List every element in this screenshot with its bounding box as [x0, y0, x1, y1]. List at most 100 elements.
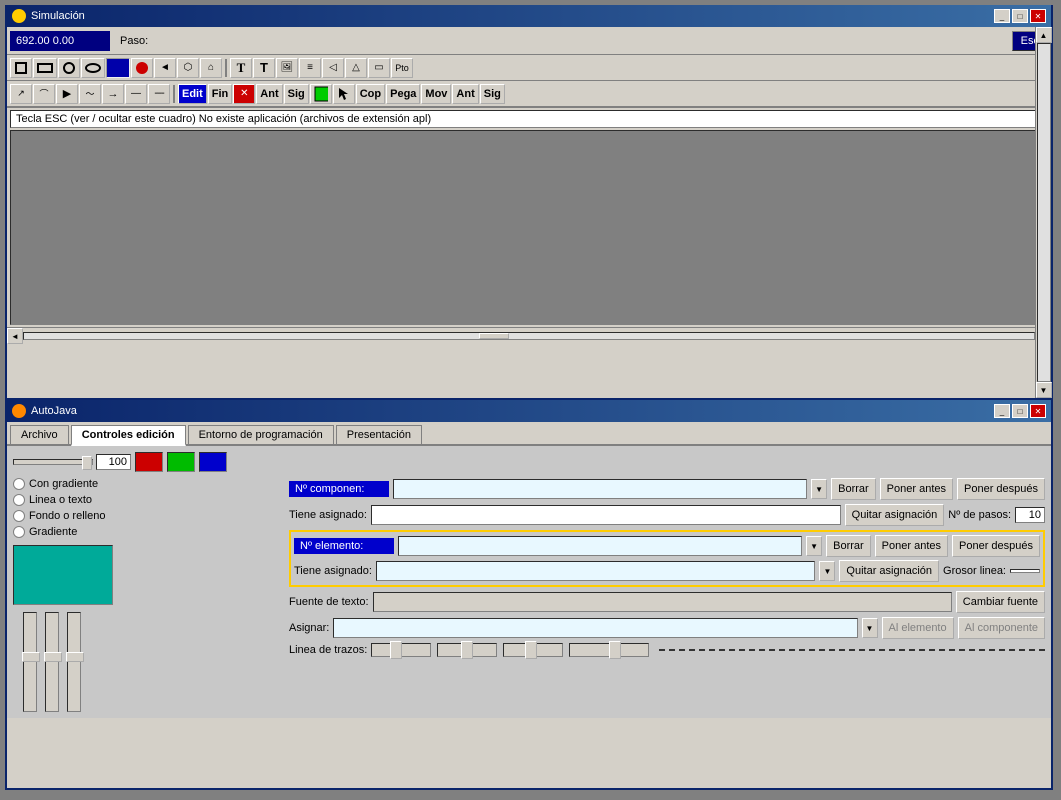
- radio-linea-texto[interactable]: Linea o texto: [13, 494, 275, 506]
- color-blue-box[interactable]: [199, 452, 227, 472]
- slider-track[interactable]: [13, 459, 93, 465]
- maximize-button[interactable]: □: [1012, 9, 1028, 23]
- no-elemento-arrow[interactable]: ▼: [806, 536, 822, 556]
- btn-sig2[interactable]: Sig: [480, 84, 505, 104]
- vslider-1[interactable]: [23, 612, 37, 712]
- autojava-close-btn[interactable]: ✕: [1030, 404, 1046, 418]
- poner-antes-btn2[interactable]: Poner antes: [875, 535, 948, 557]
- vscroll-up-btn[interactable]: ▲: [1036, 27, 1052, 43]
- tool-arrow[interactable]: ▶: [56, 84, 78, 104]
- tiene-asignado-input1[interactable]: [371, 505, 841, 525]
- btn-x[interactable]: ✕: [233, 84, 255, 104]
- btn-prev-icon[interactable]: [310, 84, 332, 104]
- tab-entorno[interactable]: Entorno de programación: [188, 425, 334, 444]
- color-red-box[interactable]: [135, 452, 163, 472]
- close-button[interactable]: ✕: [1030, 9, 1046, 23]
- grosor-linea-value[interactable]: [1010, 569, 1040, 573]
- tiene-asignado-arrow2[interactable]: ▼: [819, 561, 835, 581]
- vslider-thumb-3[interactable]: [66, 652, 84, 662]
- no-componente-combo[interactable]: [393, 479, 807, 499]
- al-elemento-btn[interactable]: Al elemento: [882, 617, 954, 639]
- trazos-thumb4[interactable]: [609, 641, 621, 659]
- vscroll-track[interactable]: [1037, 43, 1051, 382]
- tool-grid[interactable]: ≡: [299, 58, 321, 78]
- vslider-2[interactable]: [45, 612, 59, 712]
- tab-archivo[interactable]: Archivo: [10, 425, 69, 444]
- al-componente-btn[interactable]: Al componente: [958, 617, 1045, 639]
- btn-fin[interactable]: Fin: [208, 84, 233, 104]
- radio-con-gradiente[interactable]: Con gradiente: [13, 478, 275, 490]
- canvas-area[interactable]: [10, 130, 1048, 325]
- hscroll-thumb[interactable]: [479, 333, 509, 339]
- no-componente-arrow[interactable]: ▼: [811, 479, 827, 499]
- tool-rect[interactable]: [33, 58, 57, 78]
- tool-ellipse[interactable]: [81, 58, 105, 78]
- vscroll-down-btn[interactable]: ▼: [1036, 382, 1052, 398]
- trazos-thumb3[interactable]: [525, 641, 537, 659]
- asignar-arrow[interactable]: ▼: [862, 618, 878, 638]
- tool-polygon[interactable]: ⬡: [177, 58, 199, 78]
- btn-ant2[interactable]: Ant: [452, 84, 478, 104]
- quitar-asignacion-btn1[interactable]: Quitar asignación: [845, 504, 945, 526]
- tool-dashed[interactable]: ----: [148, 84, 170, 104]
- tab-controles[interactable]: Controles edición: [71, 425, 186, 446]
- btn-ant[interactable]: Ant: [256, 84, 282, 104]
- color-preview-box[interactable]: [13, 545, 113, 605]
- btn-cursor[interactable]: [333, 84, 355, 104]
- hscroll-track[interactable]: [23, 332, 1035, 340]
- tool-line1[interactable]: ↗: [10, 84, 32, 104]
- tool-curve1[interactable]: ⌒: [33, 84, 55, 104]
- btn-edit[interactable]: Edit: [178, 84, 207, 104]
- vslider-thumb-1[interactable]: [22, 652, 40, 662]
- tool-image[interactable]: 🖼: [276, 58, 298, 78]
- trazos-thumb2[interactable]: [461, 641, 473, 659]
- tool-arrow2[interactable]: →: [102, 84, 124, 104]
- toolbar-row1: 692.00 0.00 Paso: Esc: [7, 27, 1051, 55]
- asignar-combo[interactable]: [333, 618, 857, 638]
- trazos-track1[interactable]: [371, 643, 431, 657]
- scroll-left-btn[interactable]: ◄: [7, 328, 23, 344]
- vslider-thumb-2[interactable]: [44, 652, 62, 662]
- btn-sig[interactable]: Sig: [284, 84, 309, 104]
- trazos-track4[interactable]: [569, 643, 649, 657]
- tool-circle[interactable]: [58, 58, 80, 78]
- quitar-asignacion-btn2[interactable]: Quitar asignación: [839, 560, 939, 582]
- color-green-box[interactable]: [167, 452, 195, 472]
- autojava-maximize-btn[interactable]: □: [1012, 404, 1028, 418]
- tool-triangle[interactable]: △: [345, 58, 367, 78]
- radio-gradiente[interactable]: Gradiente: [13, 526, 275, 538]
- borrar-btn[interactable]: Borrar: [831, 478, 876, 500]
- tool-text-plain[interactable]: T: [253, 58, 275, 78]
- tool-sound[interactable]: ◄: [154, 58, 176, 78]
- tool-filled-rect[interactable]: [106, 58, 130, 78]
- tool-house[interactable]: ⌂: [200, 58, 222, 78]
- tool-line[interactable]: —: [125, 84, 147, 104]
- trazos-thumb1[interactable]: [390, 641, 402, 659]
- btn-cop[interactable]: Cop: [356, 84, 385, 104]
- btn-mov[interactable]: Mov: [421, 84, 451, 104]
- tool-rect2[interactable]: ▭: [368, 58, 390, 78]
- tool-filled-circle[interactable]: [131, 58, 153, 78]
- tool-square[interactable]: [10, 58, 32, 78]
- tool-wave[interactable]: 〜: [79, 84, 101, 104]
- no-elemento-combo[interactable]: [398, 536, 802, 556]
- radio-fondo-relleno[interactable]: Fondo o relleno: [13, 510, 275, 522]
- tiene-asignado-combo2[interactable]: [376, 561, 816, 581]
- btn-pega[interactable]: Pega: [386, 84, 420, 104]
- poner-despues-btn2[interactable]: Poner después: [952, 535, 1040, 557]
- tool-text-t[interactable]: T: [230, 58, 252, 78]
- tool-arrow-left[interactable]: ◁: [322, 58, 344, 78]
- trazos-track3[interactable]: [503, 643, 563, 657]
- borrar-btn2[interactable]: Borrar: [826, 535, 871, 557]
- poner-despues-btn[interactable]: Poner después: [957, 478, 1045, 500]
- poner-antes-btn[interactable]: Poner antes: [880, 478, 953, 500]
- trazos-track2[interactable]: [437, 643, 497, 657]
- tool-pto[interactable]: Pto: [391, 58, 413, 78]
- minimize-button[interactable]: _: [994, 9, 1010, 23]
- autojava-minimize-btn[interactable]: _: [994, 404, 1010, 418]
- no-pasos-value[interactable]: 10: [1015, 507, 1045, 523]
- tab-presentacion[interactable]: Presentación: [336, 425, 422, 444]
- slider-thumb[interactable]: [82, 456, 92, 470]
- cambiar-fuente-btn[interactable]: Cambiar fuente: [956, 591, 1045, 613]
- vslider-3[interactable]: [67, 612, 81, 712]
